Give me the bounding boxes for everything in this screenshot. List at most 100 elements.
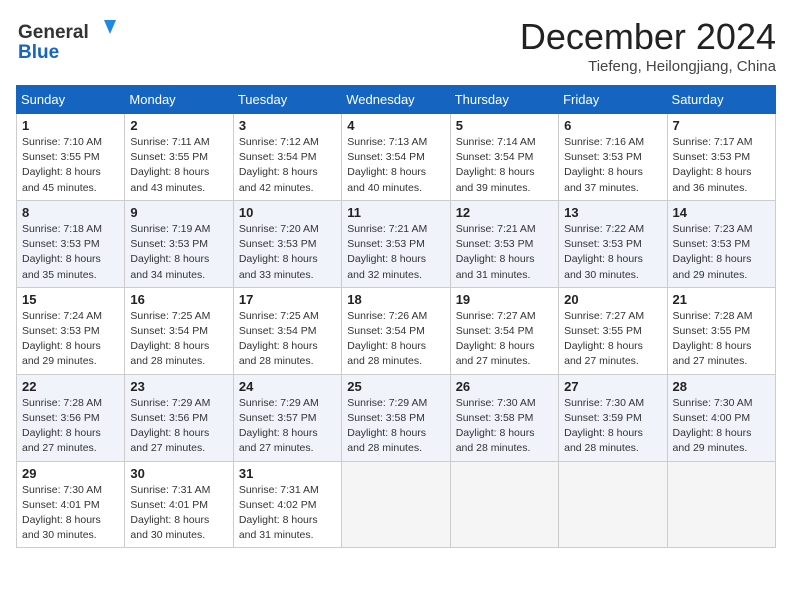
calendar-cell: 17Sunrise: 7:25 AM Sunset: 3:54 PM Dayli… <box>233 287 341 374</box>
day-number: 29 <box>22 466 119 481</box>
day-info: Sunrise: 7:11 AM Sunset: 3:55 PM Dayligh… <box>130 135 227 196</box>
calendar-table: SundayMondayTuesdayWednesdayThursdayFrid… <box>16 85 776 548</box>
day-number: 21 <box>673 292 770 307</box>
calendar-cell: 13Sunrise: 7:22 AM Sunset: 3:53 PM Dayli… <box>559 200 667 287</box>
calendar-cell: 5Sunrise: 7:14 AM Sunset: 3:54 PM Daylig… <box>450 114 558 201</box>
day-info: Sunrise: 7:17 AM Sunset: 3:53 PM Dayligh… <box>673 135 770 196</box>
calendar-week-row: 15 Sunrise: 7:24 AM Sunset: 3:53 PM Dayli… <box>17 287 776 374</box>
day-number: 1 <box>22 118 119 133</box>
day-info: Sunrise: 7:29 AM Sunset: 3:58 PM Dayligh… <box>347 396 444 457</box>
day-info: Sunrise: 7:31 AM Sunset: 4:01 PM Dayligh… <box>130 483 227 544</box>
calendar-cell: 1Sunrise: 7:10 AM Sunset: 3:55 PM Daylig… <box>17 114 125 201</box>
calendar-cell: 28Sunrise: 7:30 AM Sunset: 4:00 PM Dayli… <box>667 374 775 461</box>
day-info: Sunrise: 7:30 AM Sunset: 4:00 PM Dayligh… <box>673 396 770 457</box>
calendar-cell: 12 Sunrise: 7:21 AM Sunset: 3:53 PM Dayli… <box>450 200 558 287</box>
month-title: December 2024 <box>520 16 776 58</box>
day-number: 31 <box>239 466 336 481</box>
weekday-header-tuesday: Tuesday <box>233 86 341 114</box>
day-number: 27 <box>564 379 661 394</box>
day-number: 15 <box>22 292 119 307</box>
calendar-cell: 9 Sunrise: 7:19 AM Sunset: 3:53 PM Daylig… <box>125 200 233 287</box>
day-number: 7 <box>673 118 770 133</box>
day-info: Sunrise: 7:12 AM Sunset: 3:54 PM Dayligh… <box>239 135 336 196</box>
day-number: 10 <box>239 205 336 220</box>
day-number: 26 <box>456 379 553 394</box>
day-number: 14 <box>673 205 770 220</box>
calendar-cell: 22Sunrise: 7:28 AM Sunset: 3:56 PM Dayli… <box>17 374 125 461</box>
day-info: Sunrise: 7:16 AM Sunset: 3:53 PM Dayligh… <box>564 135 661 196</box>
calendar-week-row: 29Sunrise: 7:30 AM Sunset: 4:01 PM Dayli… <box>17 461 776 548</box>
day-info: Sunrise: 7:29 AM Sunset: 3:57 PM Dayligh… <box>239 396 336 457</box>
calendar-cell <box>450 461 558 548</box>
calendar-cell: 24 Sunrise: 7:29 AM Sunset: 3:57 PM Dayli… <box>233 374 341 461</box>
day-info: Sunrise: 7:20 AM Sunset: 3:53 PM Dayligh… <box>239 222 336 283</box>
day-info: Sunrise: 7:23 AM Sunset: 3:53 PM Dayligh… <box>673 222 770 283</box>
day-number: 18 <box>347 292 444 307</box>
calendar-cell: 20Sunrise: 7:27 AM Sunset: 3:55 PM Dayli… <box>559 287 667 374</box>
day-number: 25 <box>347 379 444 394</box>
calendar-cell: 3 Sunrise: 7:12 AM Sunset: 3:54 PM Daylig… <box>233 114 341 201</box>
day-number: 30 <box>130 466 227 481</box>
day-number: 20 <box>564 292 661 307</box>
day-number: 3 <box>239 118 336 133</box>
calendar-cell: 16Sunrise: 7:25 AM Sunset: 3:54 PM Dayli… <box>125 287 233 374</box>
calendar-cell: 7 Sunrise: 7:17 AM Sunset: 3:53 PM Daylig… <box>667 114 775 201</box>
day-number: 4 <box>347 118 444 133</box>
calendar-cell: 2 Sunrise: 7:11 AM Sunset: 3:55 PM Daylig… <box>125 114 233 201</box>
calendar-cell <box>559 461 667 548</box>
day-number: 9 <box>130 205 227 220</box>
calendar-cell: 30 Sunrise: 7:31 AM Sunset: 4:01 PM Dayli… <box>125 461 233 548</box>
weekday-header-sunday: Sunday <box>17 86 125 114</box>
day-info: Sunrise: 7:30 AM Sunset: 3:59 PM Dayligh… <box>564 396 661 457</box>
day-number: 24 <box>239 379 336 394</box>
calendar-week-row: 22Sunrise: 7:28 AM Sunset: 3:56 PM Dayli… <box>17 374 776 461</box>
calendar-cell: 6Sunrise: 7:16 AM Sunset: 3:53 PM Daylig… <box>559 114 667 201</box>
page-header: General Blue December 2024 Tiefeng, Heil… <box>16 16 776 75</box>
calendar-cell: 29Sunrise: 7:30 AM Sunset: 4:01 PM Dayli… <box>17 461 125 548</box>
calendar-cell: 14 Sunrise: 7:23 AM Sunset: 3:53 PM Dayli… <box>667 200 775 287</box>
svg-text:Blue: Blue <box>18 42 59 63</box>
calendar-cell: 25 Sunrise: 7:29 AM Sunset: 3:58 PM Dayli… <box>342 374 450 461</box>
day-number: 16 <box>130 292 227 307</box>
logo: General Blue <box>16 16 126 71</box>
calendar-cell: 8Sunrise: 7:18 AM Sunset: 3:53 PM Daylig… <box>17 200 125 287</box>
day-number: 19 <box>456 292 553 307</box>
day-info: Sunrise: 7:31 AM Sunset: 4:02 PM Dayligh… <box>239 483 336 544</box>
day-info: Sunrise: 7:27 AM Sunset: 3:54 PM Dayligh… <box>456 309 553 370</box>
logo-svg: General Blue <box>16 16 126 66</box>
calendar-cell: 18 Sunrise: 7:26 AM Sunset: 3:54 PM Dayli… <box>342 287 450 374</box>
day-number: 2 <box>130 118 227 133</box>
weekday-header-monday: Monday <box>125 86 233 114</box>
calendar-cell: 11Sunrise: 7:21 AM Sunset: 3:53 PM Dayli… <box>342 200 450 287</box>
day-info: Sunrise: 7:24 AM Sunset: 3:53 PM Dayligh… <box>22 309 119 370</box>
weekday-header-thursday: Thursday <box>450 86 558 114</box>
day-info: Sunrise: 7:25 AM Sunset: 3:54 PM Dayligh… <box>239 309 336 370</box>
calendar-cell: 4 Sunrise: 7:13 AM Sunset: 3:54 PM Daylig… <box>342 114 450 201</box>
calendar-cell: 15 Sunrise: 7:24 AM Sunset: 3:53 PM Dayli… <box>17 287 125 374</box>
title-area: December 2024 Tiefeng, Heilongjiang, Chi… <box>520 16 776 75</box>
calendar-cell: 31 Sunrise: 7:31 AM Sunset: 4:02 PM Dayli… <box>233 461 341 548</box>
day-number: 5 <box>456 118 553 133</box>
day-info: Sunrise: 7:28 AM Sunset: 3:55 PM Dayligh… <box>673 309 770 370</box>
day-number: 13 <box>564 205 661 220</box>
day-info: Sunrise: 7:21 AM Sunset: 3:53 PM Dayligh… <box>456 222 553 283</box>
day-info: Sunrise: 7:28 AM Sunset: 3:56 PM Dayligh… <box>22 396 119 457</box>
weekday-header-saturday: Saturday <box>667 86 775 114</box>
day-number: 8 <box>22 205 119 220</box>
location: Tiefeng, Heilongjiang, China <box>520 58 776 75</box>
calendar-header-row: SundayMondayTuesdayWednesdayThursdayFrid… <box>17 86 776 114</box>
day-info: Sunrise: 7:19 AM Sunset: 3:53 PM Dayligh… <box>130 222 227 283</box>
calendar-cell: 19 Sunrise: 7:27 AM Sunset: 3:54 PM Dayli… <box>450 287 558 374</box>
calendar-week-row: 1Sunrise: 7:10 AM Sunset: 3:55 PM Daylig… <box>17 114 776 201</box>
calendar-cell: 26Sunrise: 7:30 AM Sunset: 3:58 PM Dayli… <box>450 374 558 461</box>
svg-text:General: General <box>18 22 89 43</box>
day-number: 23 <box>130 379 227 394</box>
day-number: 12 <box>456 205 553 220</box>
calendar-cell: 27 Sunrise: 7:30 AM Sunset: 3:59 PM Dayli… <box>559 374 667 461</box>
calendar-cell: 21 Sunrise: 7:28 AM Sunset: 3:55 PM Dayli… <box>667 287 775 374</box>
calendar-cell <box>667 461 775 548</box>
weekday-header-wednesday: Wednesday <box>342 86 450 114</box>
day-info: Sunrise: 7:13 AM Sunset: 3:54 PM Dayligh… <box>347 135 444 196</box>
calendar-cell: 23Sunrise: 7:29 AM Sunset: 3:56 PM Dayli… <box>125 374 233 461</box>
day-info: Sunrise: 7:26 AM Sunset: 3:54 PM Dayligh… <box>347 309 444 370</box>
